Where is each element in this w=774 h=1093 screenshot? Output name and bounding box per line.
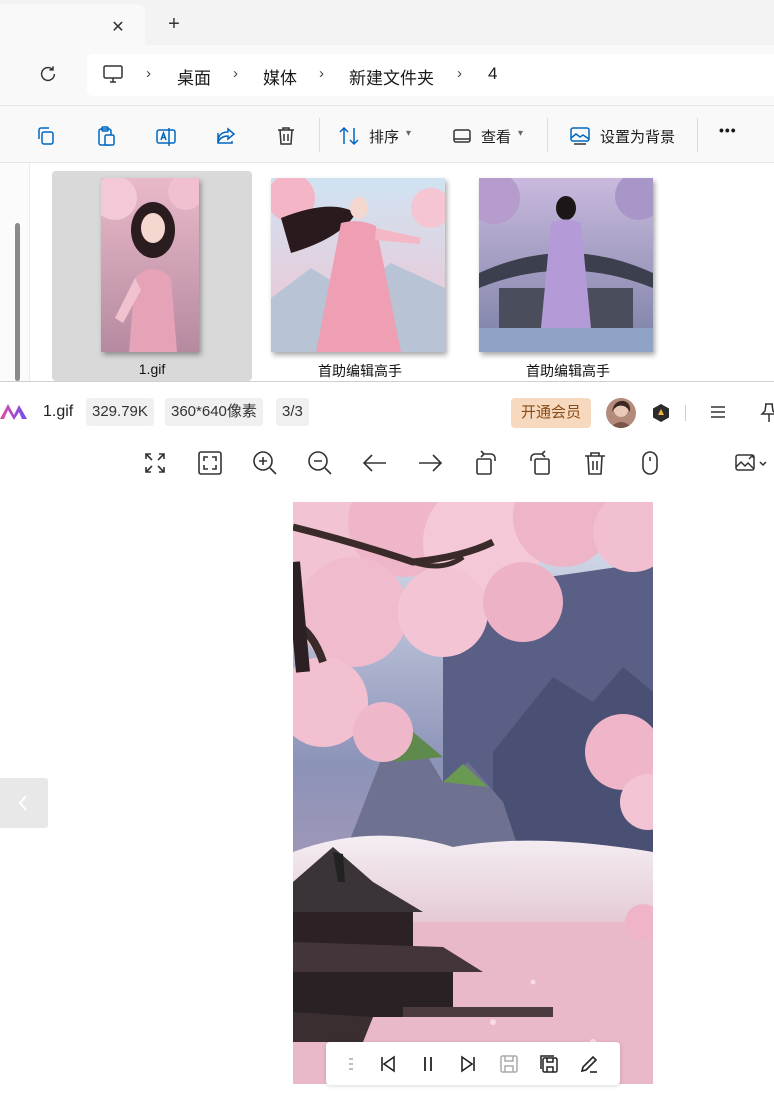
breadcrumb-item-desktop[interactable]: 桌面 — [177, 64, 211, 89]
zoom-out-icon[interactable] — [306, 449, 334, 477]
fullscreen-icon[interactable] — [141, 449, 169, 477]
file-item-1-gif[interactable]: 1.gif — [52, 171, 252, 381]
explorer-tab-bar: ✕ + — [0, 0, 774, 45]
file-name: 首助编辑高手 — [318, 363, 402, 379]
thumbnail-image — [271, 178, 445, 352]
viewer-title-bar: 1.gif 329.79K 360*640像素 3/3 开通会员 — [0, 382, 774, 442]
fit-window-icon[interactable] — [196, 449, 224, 477]
rotate-left-icon[interactable] — [472, 449, 500, 477]
set-background-button[interactable]: 设置为背景 — [600, 126, 675, 147]
rename-icon[interactable] — [154, 124, 178, 148]
file-size-badge: 329.79K — [86, 398, 154, 426]
sort-button[interactable]: 排序 — [369, 126, 399, 147]
pin-icon[interactable] — [759, 401, 774, 423]
displayed-image — [293, 502, 653, 1084]
this-pc-icon[interactable] — [101, 63, 125, 85]
app-logo-icon — [0, 404, 27, 420]
previous-image-icon[interactable] — [361, 449, 389, 477]
breadcrumb-separator: › — [233, 65, 238, 82]
next-frame-icon[interactable] — [457, 1053, 479, 1075]
thumbnail-image — [101, 178, 199, 352]
dimensions-badge: 360*640像素 — [165, 398, 263, 426]
rotate-right-icon[interactable] — [526, 449, 554, 477]
save-all-frames-icon[interactable] — [538, 1053, 560, 1075]
breadcrumb[interactable]: › 桌面 › 媒体 › 新建文件夹 › 4 — [87, 54, 774, 96]
more-options-button[interactable]: ••• — [719, 122, 737, 138]
refresh-icon[interactable] — [37, 63, 59, 85]
main-image — [293, 502, 653, 1084]
previous-frame-icon[interactable] — [377, 1053, 399, 1075]
hex-badge-icon[interactable] — [651, 403, 671, 423]
image-position-badge: 3/3 — [276, 398, 309, 426]
avatar[interactable] — [606, 398, 636, 428]
edit-icon[interactable] — [578, 1053, 600, 1075]
copy-icon[interactable] — [34, 124, 58, 148]
file-name: 首助编辑高手 — [526, 363, 610, 379]
set-background-icon[interactable] — [568, 124, 592, 148]
share-icon[interactable] — [214, 124, 238, 148]
breadcrumb-separator: › — [146, 65, 151, 82]
address-bar: › 桌面 › 媒体 › 新建文件夹 › 4 — [0, 45, 774, 105]
file-item-3[interactable]: 首助编辑高手 — [468, 171, 668, 381]
sort-icon[interactable] — [337, 124, 361, 148]
delete-icon[interactable] — [274, 124, 298, 148]
gif-playback-bar — [326, 1042, 620, 1085]
image-options-icon[interactable] — [733, 449, 771, 477]
view-icon[interactable] — [450, 124, 474, 148]
file-name: 1.gif — [138, 361, 166, 377]
toolbar-divider — [319, 118, 320, 152]
breadcrumb-separator: › — [457, 65, 462, 82]
file-thumbnail — [271, 178, 445, 352]
breadcrumb-item-media[interactable]: 媒体 — [263, 64, 297, 89]
thumbnail-image — [479, 178, 653, 352]
file-thumbnail — [101, 178, 199, 352]
file-view: 1.gif 首助编辑高手 首助编辑高手 — [0, 163, 774, 381]
chevron-down-icon: ▾ — [518, 128, 524, 139]
mouse-mode-icon[interactable] — [636, 449, 664, 477]
navigation-scrollbar[interactable] — [15, 223, 20, 381]
save-frame-icon[interactable] — [498, 1053, 520, 1075]
delete-image-icon[interactable] — [581, 449, 609, 477]
vip-button[interactable]: 开通会员 — [511, 398, 591, 428]
chevron-down-icon: ▾ — [406, 128, 412, 139]
close-tab-icon[interactable]: ✕ — [108, 18, 128, 38]
explorer-tab[interactable]: ✕ — [0, 4, 145, 45]
paste-icon[interactable] — [94, 124, 118, 148]
title-divider — [685, 405, 686, 421]
breadcrumb-separator: › — [319, 65, 324, 82]
file-item-2[interactable]: 首助编辑高手 — [260, 171, 460, 381]
avatar-image — [606, 398, 636, 428]
toolbar-divider — [547, 118, 548, 152]
breadcrumb-item-new-folder[interactable]: 新建文件夹 — [349, 64, 434, 89]
pause-icon[interactable] — [417, 1053, 439, 1075]
next-image-icon[interactable] — [416, 449, 444, 477]
zoom-in-icon[interactable] — [251, 449, 279, 477]
chevron-left-icon — [18, 795, 27, 811]
breadcrumb-item-4[interactable]: 4 — [488, 64, 497, 84]
viewer-filename: 1.gif — [43, 403, 74, 420]
previous-image-button[interactable] — [0, 778, 48, 828]
toolbar-divider — [697, 118, 698, 152]
command-bar: 排序 ▾ 查看 ▾ 设置为背景 ••• — [0, 105, 774, 163]
file-thumbnail — [479, 178, 653, 352]
new-tab-icon[interactable]: + — [163, 13, 185, 35]
menu-icon[interactable] — [708, 402, 728, 422]
view-button[interactable]: 查看 — [481, 126, 511, 147]
image-viewer: 1.gif 329.79K 360*640像素 3/3 开通会员 — [0, 381, 774, 1093]
navigation-pane — [0, 163, 30, 381]
drag-handle-icon[interactable] — [340, 1053, 362, 1075]
